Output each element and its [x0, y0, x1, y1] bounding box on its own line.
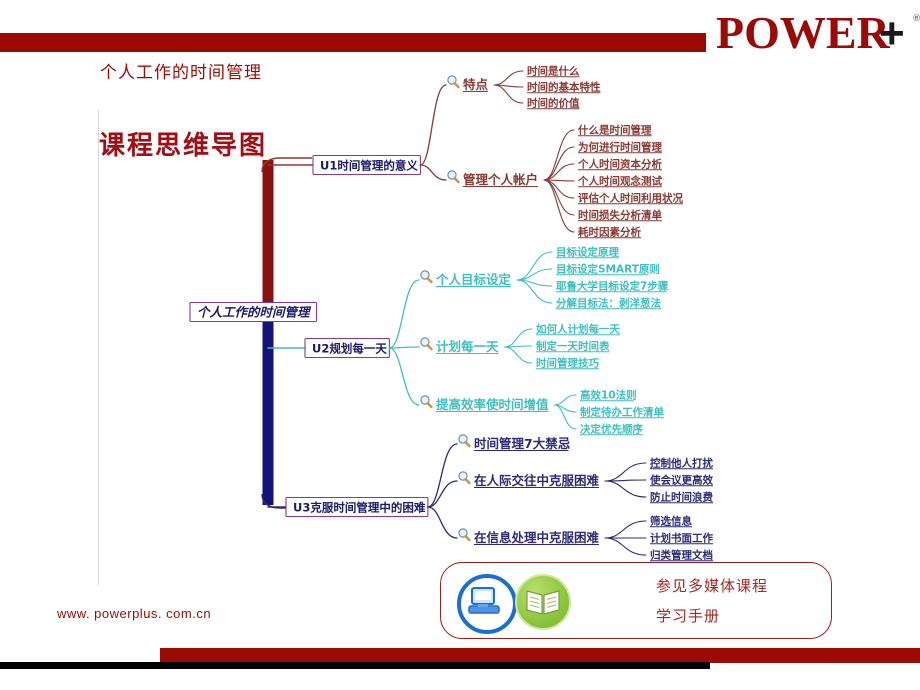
branch-connector — [388, 346, 420, 349]
leaf-connector — [516, 251, 553, 281]
branch-label: 提高效率使时间增值 — [436, 397, 549, 412]
footer-red-bar — [160, 648, 920, 663]
magnifier-handle — [426, 343, 433, 351]
leaf-label: 制定一天时间表 — [536, 340, 610, 353]
magnifier-icon — [458, 434, 471, 448]
branch-label: 特点 — [463, 77, 489, 92]
callout-text: 参见多媒体课程 学习手册 — [656, 571, 768, 631]
leaf-connector — [604, 537, 647, 556]
leaf-connector — [543, 179, 575, 233]
leaf-label: 归类管理文档 — [650, 549, 713, 562]
leaf-label: 评估个人时间利用状况 — [578, 192, 683, 205]
leaf-label: 时间的价值 — [527, 97, 580, 110]
branch-connector — [419, 84, 447, 166]
branch-label: 在信息处理中克服困难 — [474, 530, 600, 545]
leaf-label: 计划书面工作 — [650, 532, 713, 545]
branch-connector — [427, 506, 458, 539]
unit-node-u3-label: U3克服时间管理中的困难 — [293, 500, 426, 514]
branch-connector — [388, 279, 420, 349]
magnifier-handle — [453, 81, 460, 89]
branch-label: 计划每一天 — [436, 339, 499, 354]
leaf-label: 防止时间浪费 — [650, 491, 713, 504]
magnifier-handle — [426, 401, 433, 409]
callout-box: 参见多媒体课程 学习手册 — [440, 562, 832, 639]
magnifier-icon — [458, 471, 471, 485]
callout-line-1: 参见多媒体课程 — [656, 577, 769, 595]
branch-connector — [427, 480, 458, 508]
leaf-label: 目标设定原理 — [556, 246, 619, 259]
magnifier-icon — [420, 270, 433, 284]
leaf-label: 分解目标法：剥洋葱法 — [556, 297, 661, 310]
leaf-label: 时间管理技巧 — [536, 357, 599, 370]
leaf-connector — [543, 129, 575, 181]
leaf-connector — [604, 480, 647, 498]
magnifier-icon — [447, 75, 460, 89]
site-url: www. powerplus. com.cn — [57, 606, 212, 621]
magnifier-handle — [426, 276, 433, 284]
branch-connector — [419, 164, 447, 181]
leaf-connector — [493, 84, 524, 104]
branch-connector — [388, 347, 420, 406]
branch-label: 时间管理7大禁忌 — [474, 436, 571, 451]
leaf-connector — [604, 520, 647, 539]
callout-icon-group — [457, 574, 617, 634]
leaf-label: 使会议更高效 — [649, 474, 713, 487]
branch-label: 在人际交往中克服困难 — [474, 473, 600, 488]
leaf-label: 个人时间资本分析 — [577, 158, 662, 171]
leaf-label: 耶鲁大学目标设定7步骤 — [556, 280, 669, 293]
leaf-connector — [604, 462, 647, 482]
leaf-label: 目标设定SMART原则 — [556, 263, 660, 276]
magnifier-handle — [464, 477, 471, 485]
leaf-label: 耗时因素分析 — [578, 226, 641, 239]
callout-line-2: 学习手册 — [656, 607, 721, 625]
leaf-label: 如何人计划每一天 — [536, 323, 620, 336]
leaf-label: 为何进行时间管理 — [578, 141, 662, 154]
unit-node-u2-label: U2规划每一天 — [312, 341, 387, 355]
leaf-label: 决定优先顺序 — [580, 423, 643, 436]
leaf-label: 时间是什么 — [527, 65, 580, 78]
leaf-label: 制定待办工作清单 — [580, 406, 664, 419]
footer-black-bar — [0, 662, 710, 669]
book-icon — [515, 574, 571, 630]
leaf-label: 什么是时间管理 — [578, 124, 652, 137]
branch-label: 管理个人帐户 — [463, 172, 538, 187]
leaf-label: 时间损失分析清单 — [578, 209, 662, 222]
magnifier-handle — [453, 176, 460, 184]
leaf-label: 个人时间观念测试 — [577, 175, 662, 188]
slide-canvas: POWER + ® 个人工作的时间管理 课程思维导图 个人工作的时间管理 U1时间… — [0, 0, 920, 690]
leaf-label: 高效10法则 — [580, 389, 637, 402]
leaf-connector — [553, 394, 577, 406]
leaf-label: 筛选信息 — [650, 515, 692, 528]
unit-node-u1-label: U1时间管理的意义 — [320, 158, 418, 172]
leaf-connector — [503, 328, 533, 348]
leaf-label: 时间的基本特性 — [527, 81, 601, 94]
leaf-label: 控制他人打扰 — [650, 457, 713, 470]
magnifier-icon — [458, 528, 471, 542]
leaf-connector — [503, 346, 533, 364]
magnifier-handle — [464, 534, 471, 542]
magnifier-handle — [464, 440, 471, 448]
magnifier-icon — [420, 395, 433, 409]
computer-icon — [457, 574, 517, 634]
branch-label: 个人目标设定 — [435, 272, 512, 287]
root-node-label: 个人工作的时间管理 — [197, 304, 312, 319]
branch-connector — [427, 443, 458, 508]
magnifier-icon — [420, 337, 433, 351]
magnifier-icon — [447, 170, 460, 184]
leaf-connector — [493, 70, 524, 86]
